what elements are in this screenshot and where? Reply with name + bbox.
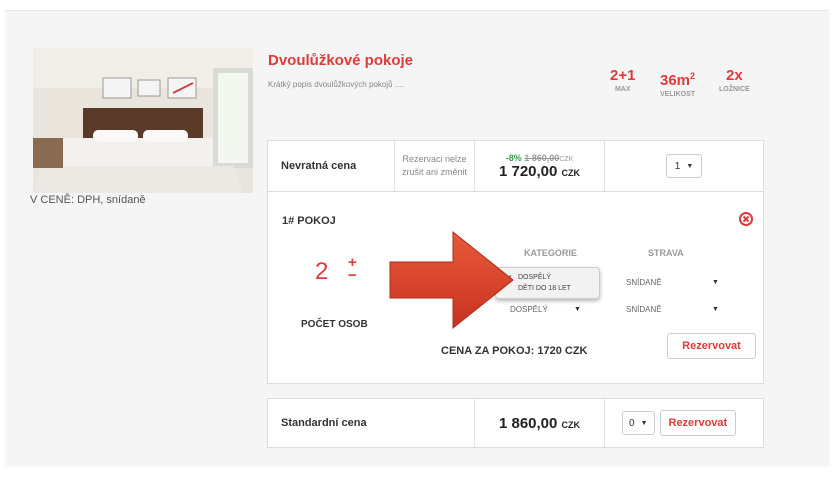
decrease-persons-button[interactable]: − [348,268,357,283]
room-price-total: CENA ZA POKOJ: 1720 CZK [441,345,588,357]
person2-category-select[interactable]: DOSPĚLÝ [510,305,548,314]
caret-down-icon: ▼ [712,279,719,286]
stat-bedrooms: 2x LOŽNICE [719,67,750,94]
rate-price-cell: 1 860,00 CZK [475,399,605,447]
included-services: V CENĚ: DPH, snídaně [30,194,146,206]
qty-value: 1 [674,160,681,172]
caret-down-icon: ▼ [640,419,648,427]
rate-row-standard: Standardní cena 1 860,00 CZK 0 ▼ Rezervo… [267,398,764,448]
price-currency: CZK [561,419,581,430]
caret-down-icon: ▼ [686,162,694,170]
caret-down-icon: ▼ [574,306,581,313]
caret-down-icon: ▼ [712,306,719,313]
stat-sup: 2 [690,71,696,81]
rate-note: Rezervaci nelze zrušit ani změnit [402,153,467,179]
person1-board-select[interactable]: SNÍDANĚ [626,278,662,287]
room-description: Krátký popis dvoulůžkových pokojů .... [268,80,404,89]
stat-max-occupancy: 2+1 MAX [610,67,636,94]
stat-value: 2x [726,67,743,84]
standard-qty-select[interactable]: 0 ▼ [622,411,655,435]
old-price-currency: CZK [559,155,574,163]
rate-price: 1 860,00 CZK [499,415,580,432]
qty-cell: 1 ▼ [605,141,763,191]
price-currency: CZK [561,167,581,178]
qty-value: 0 [629,417,635,429]
qty-cell: 0 ▼ Rezervovat [605,399,763,447]
room-qty-select[interactable]: 1 ▼ [665,154,703,178]
persons-count: 2 [315,258,329,285]
rate-row-nonrefundable: Nevratná cena Rezervaci nelze zrušit ani… [267,140,764,192]
dropdown-option-children[interactable]: DĚTI DO 18 LET [518,285,571,292]
room-photo [33,48,253,193]
room-config-heading: 1# POKOJ [282,215,336,227]
close-icon[interactable] [739,212,753,226]
stat-value: 36m [660,72,691,89]
category-dropdown-menu: ✔ DOSPĚLÝ DĚTI DO 18 LET [495,267,600,299]
discount-line: -8% 1 860,00CZK [506,153,574,163]
reserve-room-button[interactable]: Rezervovat [667,333,756,359]
rate-note-line2: zrušit ani změnit [401,167,468,177]
person2-label: OST [456,305,475,315]
price-value: 1 720,00 [498,162,558,180]
stat-label: VELIKOST [660,91,696,98]
reserve-standard-button[interactable]: Rezervovat [659,410,737,436]
check-icon: ✔ [505,273,513,283]
stat-label: LOŽNICE [719,86,750,93]
persons-stepper: + − [348,255,357,283]
discount-percent: -8% [505,152,522,163]
rate-name-cell: Standardní cena [268,399,475,447]
rate-price: 1 720,00 CZK [499,163,580,180]
rate-name-cell: Nevratná cena [268,141,395,191]
room-title: Dvoulůžkové pokoje [268,52,414,69]
rate-price-cell: -8% 1 860,00CZK 1 720,00 CZK [475,141,605,191]
column-header-category: KATEGORIE [524,248,577,258]
price-value: 1 860,00 [498,414,558,432]
persons-label: POČET OSOB [301,319,368,330]
stat-size: 36m2 VELIKOST [660,68,695,98]
dropdown-option-adult[interactable]: DOSPĚLÝ [518,274,551,281]
rate-note-line1: Rezervaci nelze [402,154,467,164]
rate-name: Standardní cena [281,417,367,429]
column-header-board: STRAVA [648,248,684,258]
person2-board-select[interactable]: SNÍDANĚ [626,305,662,314]
rate-name: Nevratná cena [281,160,357,172]
stat-value: 2+1 [610,67,636,84]
room-config-panel: 1# POKOJ 2 + − POČET OSOB KATEGORIE STRA… [267,191,764,384]
stat-label: MAX [614,86,631,93]
old-price: 1 860,00 [524,152,560,163]
rate-note-cell: Rezervaci nelze zrušit ani změnit [395,141,475,191]
